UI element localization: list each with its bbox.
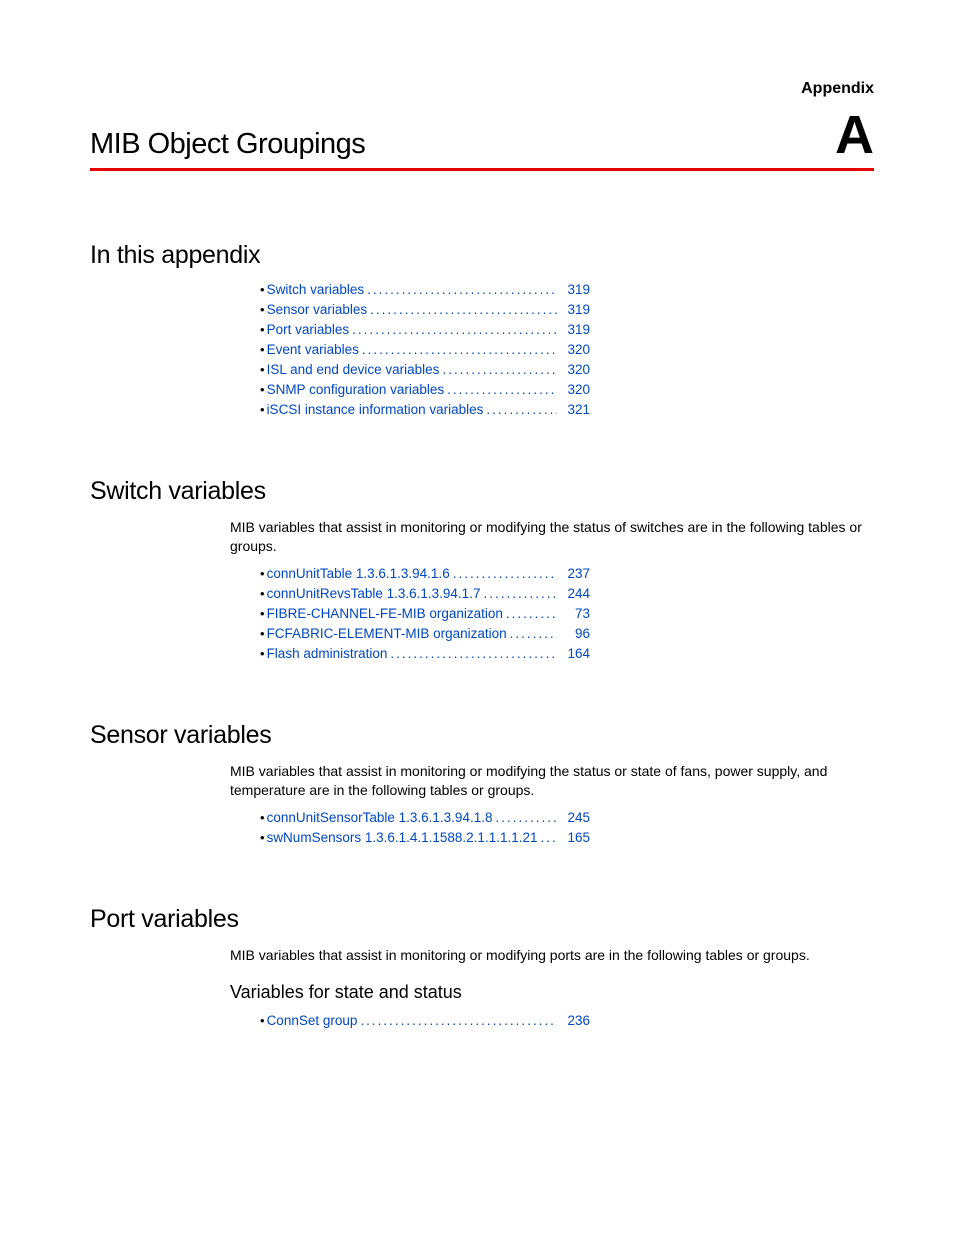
toc-item[interactable]: • iSCSI instance information variables 3… [260,402,590,417]
toc-link: iSCSI instance information variables [267,402,484,417]
toc-page: 165 [560,830,590,845]
toc-item[interactable]: • swNumSensors 1.3.6.1.4.1.1588.2.1.1.1.… [260,830,590,845]
bullet-icon: • [260,322,265,337]
toc-link: ConnSet group [267,1013,358,1028]
toc-link: Port variables [267,322,350,337]
toc-list-switch: • connUnitTable 1.3.6.1.3.94.1.6 237 • c… [260,566,590,661]
toc-list-port: • ConnSet group 236 [260,1013,590,1028]
heading-port-variables: Port variables [90,905,874,934]
toc-link: Event variables [267,342,359,357]
toc-link: ISL and end device variables [267,362,440,377]
toc-leader [483,586,557,601]
toc-page: 245 [560,810,590,825]
toc-page: 320 [560,342,590,357]
subheading-state-status: Variables for state and status [230,982,874,1003]
toc-link: Sensor variables [267,302,368,317]
page-title: MIB Object Groupings [90,128,365,161]
toc-item[interactable]: • FIBRE-CHANNEL-FE-MIB organization 73 [260,606,590,621]
toc-page: 164 [560,646,590,661]
toc-link: SNMP configuration variables [267,382,445,397]
body-sensor-variables: MIB variables that assist in monitoring … [230,762,874,800]
toc-page: 73 [560,606,590,621]
toc-page: 320 [560,362,590,377]
toc-item[interactable]: • connUnitRevsTable 1.3.6.1.3.94.1.7 244 [260,586,590,601]
toc-item[interactable]: • connUnitTable 1.3.6.1.3.94.1.6 237 [260,566,590,581]
toc-item[interactable]: • Flash administration 164 [260,646,590,661]
toc-page: 236 [560,1013,590,1028]
toc-item[interactable]: • Switch variables 319 [260,282,590,297]
toc-leader [506,606,557,621]
appendix-label: Appendix [801,80,874,98]
toc-leader [360,1013,557,1028]
toc-item[interactable]: • Sensor variables 319 [260,302,590,317]
toc-leader [453,566,557,581]
toc-item[interactable]: • ISL and end device variables 320 [260,362,590,377]
toc-link: Switch variables [267,282,365,297]
bullet-icon: • [260,382,265,397]
bullet-icon: • [260,646,265,661]
toc-item[interactable]: • connUnitSensorTable 1.3.6.1.3.94.1.8 2… [260,810,590,825]
toc-item[interactable]: • Event variables 320 [260,342,590,357]
toc-link: FIBRE-CHANNEL-FE-MIB organization [267,606,503,621]
bullet-icon: • [260,302,265,317]
toc-page: 321 [560,402,590,417]
toc-link: connUnitTable 1.3.6.1.3.94.1.6 [267,566,450,581]
bullet-icon: • [260,1013,265,1028]
toc-leader [370,302,557,317]
bullet-icon: • [260,810,265,825]
toc-leader [447,382,557,397]
bullet-icon: • [260,282,265,297]
toc-link: FCFABRIC-ELEMENT-MIB organization [267,626,507,641]
toc-link: connUnitSensorTable 1.3.6.1.3.94.1.8 [267,810,493,825]
toc-leader [442,362,557,377]
heading-switch-variables: Switch variables [90,477,874,506]
toc-page: 320 [560,382,590,397]
body-port-variables: MIB variables that assist in monitoring … [230,946,874,965]
toc-page: 96 [560,626,590,641]
toc-item[interactable]: • Port variables 319 [260,322,590,337]
toc-list-appendix: • Switch variables 319 • Sensor variable… [260,282,590,417]
bullet-icon: • [260,566,265,581]
title-rule [90,168,874,171]
toc-leader [367,282,557,297]
heading-in-this-appendix: In this appendix [90,241,874,270]
bullet-icon: • [260,402,265,417]
toc-item[interactable]: • FCFABRIC-ELEMENT-MIB organization 96 [260,626,590,641]
toc-page: 319 [560,322,590,337]
toc-page: 237 [560,566,590,581]
bullet-icon: • [260,606,265,621]
toc-page: 319 [560,302,590,317]
bullet-icon: • [260,626,265,641]
toc-item[interactable]: • SNMP configuration variables 320 [260,382,590,397]
bullet-icon: • [260,362,265,377]
toc-leader [352,322,557,337]
toc-leader [510,626,557,641]
toc-leader [486,402,557,417]
toc-leader [541,830,558,845]
toc-leader [390,646,557,661]
toc-list-sensor: • connUnitSensorTable 1.3.6.1.3.94.1.8 2… [260,810,590,845]
bullet-icon: • [260,342,265,357]
toc-page: 244 [560,586,590,601]
toc-link: connUnitRevsTable 1.3.6.1.3.94.1.7 [267,586,481,601]
bullet-icon: • [260,586,265,601]
bullet-icon: • [260,830,265,845]
toc-item[interactable]: • ConnSet group 236 [260,1013,590,1028]
toc-leader [362,342,557,357]
toc-leader [495,810,557,825]
toc-page: 319 [560,282,590,297]
appendix-letter: A [835,108,874,162]
toc-link: Flash administration [267,646,388,661]
body-switch-variables: MIB variables that assist in monitoring … [230,518,874,556]
toc-link: swNumSensors 1.3.6.1.4.1.1588.2.1.1.1.1.… [267,830,538,845]
heading-sensor-variables: Sensor variables [90,721,874,750]
